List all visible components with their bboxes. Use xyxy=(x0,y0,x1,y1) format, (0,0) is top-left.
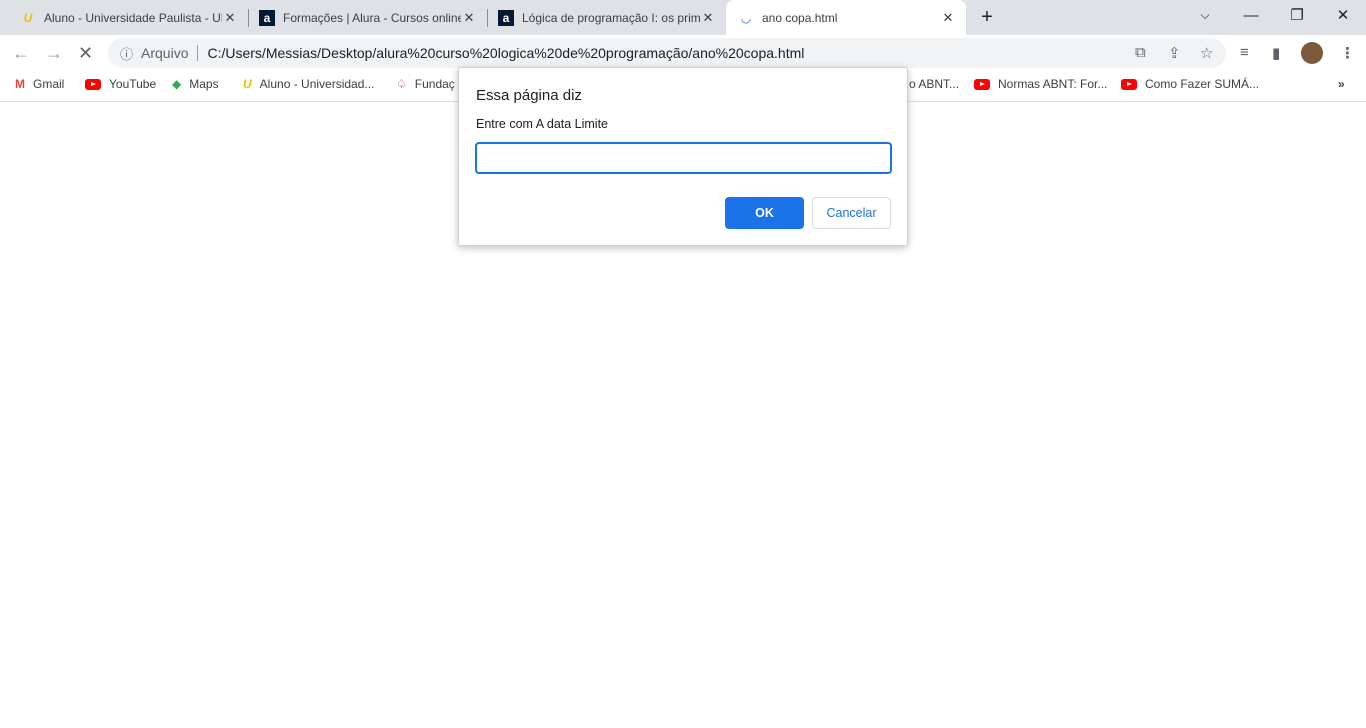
dialog-message: Entre com A data Limite xyxy=(476,117,609,131)
unip-icon: U xyxy=(23,10,33,25)
address-bar[interactable]: ⓘ Arquivo C:/Users/Messias/Desktop/alura… xyxy=(108,38,1226,68)
avatar[interactable] xyxy=(1301,42,1323,64)
tab-alura-formacoes[interactable]: a Formações | Alura - Cursos online de t… xyxy=(249,0,487,35)
prompt-dialog: Essa página diz Entre com A data Limite … xyxy=(458,67,908,246)
ok-button[interactable]: OK xyxy=(725,197,804,229)
media-control-icon[interactable]: ≡ xyxy=(1240,44,1249,61)
url-text[interactable]: C:/Users/Messias/Desktop/alura%20curso%2… xyxy=(207,45,804,61)
bookmark-maps[interactable]: ◆ Maps xyxy=(172,77,219,91)
alura-icon: a xyxy=(259,9,275,26)
bookmark-label: Fundaç xyxy=(414,77,455,91)
youtube-icon xyxy=(974,78,990,90)
maps-icon: ◆ xyxy=(172,77,182,91)
loading-spinner-icon: ◡ xyxy=(741,10,751,25)
security-label: Arquivo xyxy=(141,45,189,61)
bookmark-abnt[interactable]: o ABNT... xyxy=(909,77,959,91)
forward-icon[interactable]: → xyxy=(45,43,63,64)
tab-search-chevron-icon[interactable]: ⌵ xyxy=(1182,0,1228,30)
restore-button[interactable]: ❐ xyxy=(1274,0,1320,30)
tab-ano-copa[interactable]: ◡ ano copa.html ✕ xyxy=(726,0,966,35)
bookmark-label: Como Fazer SUMÁ... xyxy=(1145,77,1260,91)
bookmark-label: o ABNT... xyxy=(909,77,960,91)
tab-logica[interactable]: a Lógica de programação I: os primeiros … xyxy=(488,0,726,35)
close-window-button[interactable]: ✕ xyxy=(1320,0,1366,30)
close-tab-icon[interactable]: ✕ xyxy=(461,10,477,26)
stop-loading-icon[interactable]: ✕ xyxy=(78,43,93,64)
close-tab-icon[interactable]: ✕ xyxy=(222,10,238,26)
bookmark-label: Normas ABNT: For... xyxy=(998,77,1108,91)
new-tab-button[interactable]: + xyxy=(964,2,1010,32)
bookmark-label: YouTube xyxy=(109,77,157,91)
bookmark-como-fazer-sumario[interactable]: Como Fazer SUMÁ... xyxy=(1121,77,1259,91)
bookmark-label: Maps xyxy=(189,77,219,91)
bookmark-label: Gmail xyxy=(33,77,65,91)
bookmark-unip[interactable]: U Aluno - Universidad... xyxy=(243,77,374,91)
tab-title: ano copa.html xyxy=(762,10,838,25)
tab-title: Lógica de programação I: os primeiros xyxy=(522,10,700,25)
alura-icon: a xyxy=(498,9,514,26)
tab-unip[interactable]: U Aluno - Universidade Paulista - UNIP ✕ xyxy=(0,0,248,35)
back-icon[interactable]: ← xyxy=(12,43,30,64)
info-icon[interactable]: ⓘ xyxy=(120,44,133,63)
dialog-title: Essa página diz xyxy=(476,87,582,104)
gmail-icon: M xyxy=(15,77,25,91)
bookmark-fundacao[interactable]: ♤ Fundaç xyxy=(396,77,455,91)
minimize-button[interactable]: — xyxy=(1228,0,1274,30)
close-tab-icon[interactable]: ✕ xyxy=(700,10,716,26)
tab-title: Formações | Alura - Cursos online de tec… xyxy=(283,10,461,25)
menu-icon[interactable]: ⋮ xyxy=(1340,44,1355,62)
bookmark-star-icon[interactable]: ☆ xyxy=(1200,44,1213,62)
divider xyxy=(197,45,199,61)
share-icon[interactable]: ⇪ xyxy=(1168,44,1181,62)
prompt-input[interactable] xyxy=(475,142,892,174)
youtube-icon xyxy=(85,78,101,90)
more-bookmarks-chevron-icon[interactable]: » xyxy=(1338,77,1345,91)
close-tab-icon[interactable]: ✕ xyxy=(940,10,956,26)
bookmark-normas-abnt[interactable]: Normas ABNT: For... xyxy=(974,77,1107,91)
bradesco-icon: ♤ xyxy=(396,77,407,91)
browser-toolbar: ← → ✕ ⓘ Arquivo C:/Users/Messias/Desktop… xyxy=(0,35,1366,70)
unip-icon: U xyxy=(243,77,252,91)
cancel-button[interactable]: Cancelar xyxy=(812,197,891,229)
tab-strip: U Aluno - Universidade Paulista - UNIP ✕… xyxy=(0,0,1366,35)
bookmark-label: Aluno - Universidad... xyxy=(259,77,375,91)
side-panel-icon[interactable]: ▮ xyxy=(1272,44,1280,62)
bookmark-youtube[interactable]: YouTube xyxy=(85,77,156,91)
youtube-icon xyxy=(1121,78,1137,90)
translate-icon[interactable]: ⧉ xyxy=(1135,44,1146,61)
tab-title: Aluno - Universidade Paulista - UNIP xyxy=(44,10,222,25)
bookmark-gmail[interactable]: M Gmail xyxy=(15,77,64,91)
